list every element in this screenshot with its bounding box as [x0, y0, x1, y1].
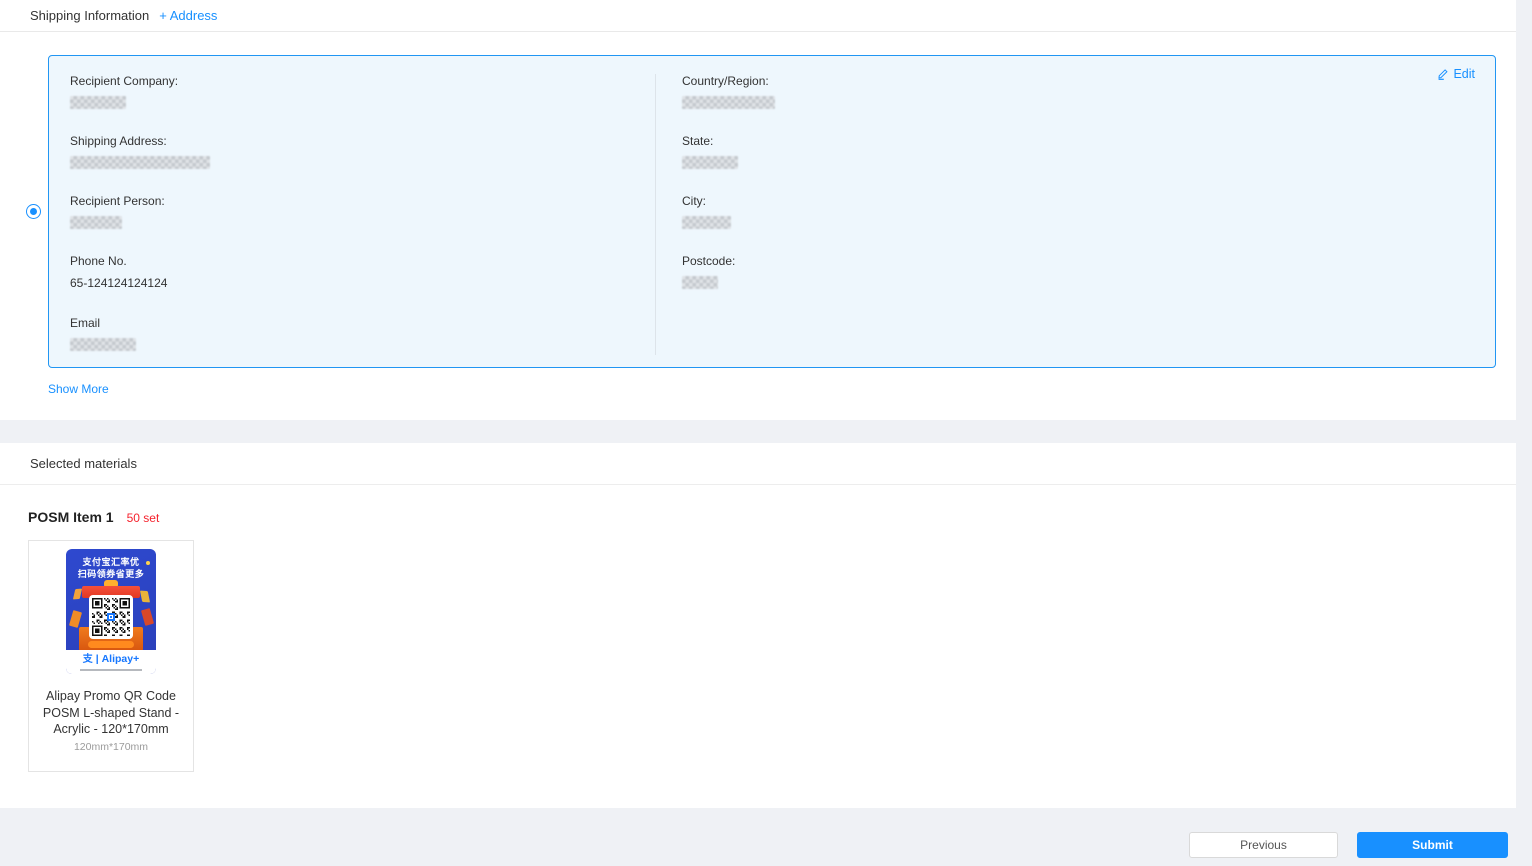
- product-name: Alipay Promo QR Code POSM L-shaped Stand…: [40, 688, 182, 738]
- confetti-shape: [69, 610, 82, 628]
- qr-banner-ribbon: [88, 641, 134, 648]
- confetti-shape: [141, 608, 154, 626]
- poster-fine-print: [80, 669, 142, 671]
- address-row: Edit Recipient Company: Shipping Address…: [0, 55, 1516, 368]
- edit-address-button[interactable]: Edit: [1437, 67, 1475, 81]
- qr-code-pattern: [92, 598, 130, 636]
- field-email: Email: [70, 316, 655, 351]
- confetti-shape: [73, 588, 82, 599]
- phone-value: 65-124124124124: [70, 276, 655, 291]
- field-shipping-address: Shipping Address:: [70, 134, 655, 169]
- add-address-button[interactable]: + Address: [159, 8, 217, 23]
- field-phone: Phone No. 65-124124124124: [70, 254, 655, 291]
- posm-item-title: POSM Item 1: [28, 509, 114, 525]
- redacted-value: [70, 216, 122, 229]
- materials-panel-header: Selected materials: [0, 443, 1516, 485]
- field-postcode: Postcode:: [682, 254, 1495, 289]
- redacted-value: [682, 216, 731, 229]
- poster-headline: 支付宝汇率优 扫码领券省更多: [66, 549, 156, 580]
- field-recipient-company: Recipient Company:: [70, 74, 655, 109]
- alipay-brand-text: Alipay+: [102, 653, 140, 665]
- radio-dot-icon: [30, 208, 37, 215]
- address-right-column: Country/Region: State: City: Postcode:: [656, 74, 1495, 367]
- redacted-value: [682, 156, 738, 169]
- product-poster-image: 支付宝汇率优 扫码领券省更多 支 | Alipay+: [66, 549, 156, 674]
- field-label: Recipient Company:: [70, 74, 655, 89]
- posm-item-quantity: 50 set: [127, 511, 160, 525]
- posm-item-header: POSM Item 1 50 set: [28, 509, 1516, 525]
- footer-action-bar: Previous Submit: [0, 808, 1532, 866]
- product-size: 120mm*170mm: [29, 741, 193, 753]
- field-label: Recipient Person:: [70, 194, 655, 209]
- show-more-link[interactable]: Show More: [48, 382, 109, 396]
- shipping-panel-header: Shipping Information + Address: [0, 0, 1516, 32]
- redacted-value: [70, 96, 126, 109]
- field-recipient-person: Recipient Person:: [70, 194, 655, 229]
- product-card[interactable]: 支付宝汇率优 扫码领券省更多 支 | Alipay+ Alipay Promo: [28, 540, 194, 772]
- field-city: City:: [682, 194, 1495, 229]
- poster-headline-line1: 支付宝汇率优: [66, 556, 156, 568]
- pencil-edit-icon: [1437, 68, 1449, 80]
- redacted-value: [682, 276, 718, 289]
- previous-button[interactable]: Previous: [1189, 832, 1338, 858]
- poster-headline-line2: 扫码领券省更多: [66, 568, 156, 580]
- poster-footer: 支 | Alipay+: [66, 650, 156, 674]
- field-label: Email: [70, 316, 655, 331]
- field-country-region: Country/Region:: [682, 74, 1495, 109]
- redacted-value: [70, 338, 136, 351]
- alipay-cn-mark: 支: [83, 654, 93, 665]
- shipping-title: Shipping Information: [30, 8, 149, 23]
- alipay-plus-logo: 支 | Alipay+: [66, 653, 156, 666]
- materials-title: Selected materials: [30, 456, 137, 471]
- selected-materials-panel: Selected materials POSM Item 1 50 set 支付…: [0, 443, 1516, 808]
- address-radio[interactable]: [26, 204, 41, 219]
- field-label: Phone No.: [70, 254, 655, 269]
- address-left-column: Recipient Company: Shipping Address: Rec…: [49, 74, 655, 367]
- field-label: Postcode:: [682, 254, 1495, 269]
- field-state: State:: [682, 134, 1495, 169]
- field-label: City:: [682, 194, 1495, 209]
- address-card[interactable]: Edit Recipient Company: Shipping Address…: [48, 55, 1496, 368]
- field-label: State:: [682, 134, 1495, 149]
- confetti-shape: [140, 591, 150, 603]
- field-label: Country/Region:: [682, 74, 1495, 89]
- shipping-panel: Shipping Information + Address Edit Reci…: [0, 0, 1516, 420]
- qr-code: [89, 595, 133, 639]
- submit-button[interactable]: Submit: [1357, 832, 1508, 858]
- edit-label: Edit: [1453, 67, 1475, 81]
- redacted-value: [70, 156, 210, 169]
- field-label: Shipping Address:: [70, 134, 655, 149]
- confetti-shape: [146, 561, 150, 565]
- redacted-value: [682, 96, 775, 109]
